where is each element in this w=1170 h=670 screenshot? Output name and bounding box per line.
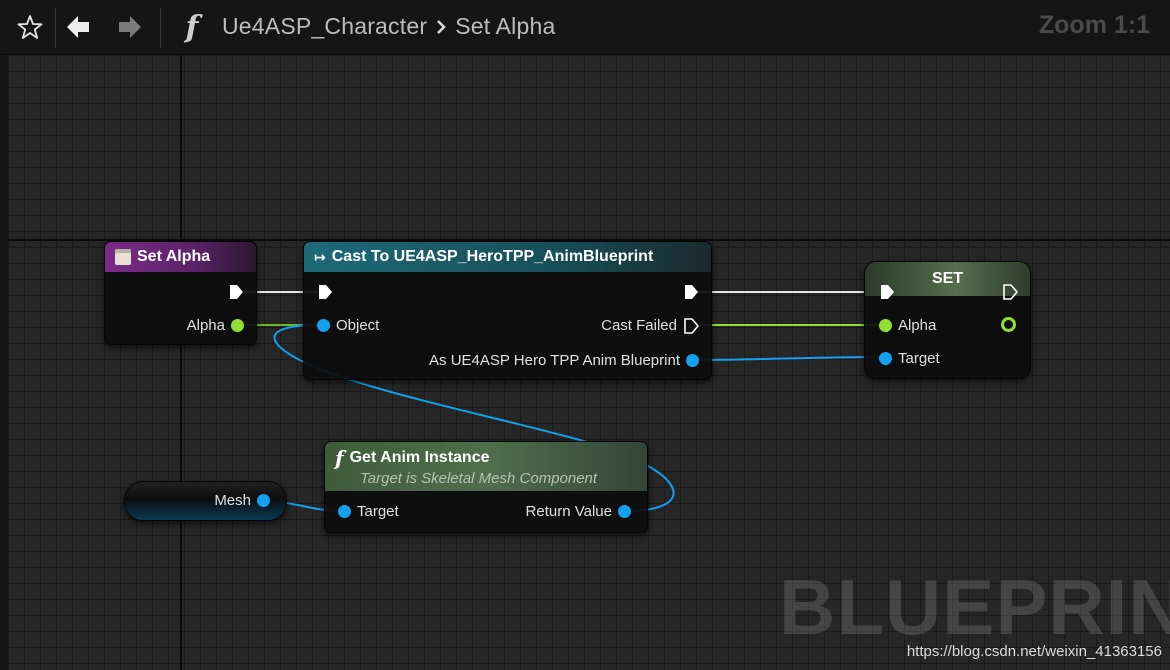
entry-icon (115, 249, 131, 265)
exec-pin-icon (881, 285, 894, 299)
pin-label: Target (357, 503, 399, 520)
node-header: f Get Anim Instance Target is Skeletal M… (325, 442, 647, 491)
pin-label: Alpha (186, 317, 225, 334)
function-icon: f (335, 446, 344, 470)
exec-in-pin[interactable] (317, 284, 333, 300)
star-icon[interactable] (10, 8, 50, 46)
target-in-pin[interactable]: Target (879, 350, 940, 367)
exec-pin-outline-icon (684, 317, 699, 334)
set-variable-node[interactable]: SET Alpha Target (864, 261, 1031, 379)
alpha-out-pin[interactable] (1001, 317, 1016, 332)
forward-arrow-icon[interactable] (110, 8, 150, 46)
node-title: Get Anim Instance (349, 449, 490, 466)
back-arrow-icon[interactable] (58, 8, 98, 46)
mesh-out-pin[interactable]: Mesh (214, 492, 270, 509)
cast-failed-pin[interactable]: Cast Failed (601, 317, 699, 334)
cast-icon: ↦ (314, 248, 326, 265)
toolbar-divider (160, 8, 161, 48)
node-title: Set Alpha (137, 248, 211, 265)
left-edge (0, 55, 8, 670)
mesh-getter-node[interactable]: Mesh (124, 481, 287, 521)
graph-origin-line-vertical (180, 55, 182, 670)
chevron-right-icon (435, 13, 447, 40)
cast-to-node[interactable]: ↦ Cast To UE4ASP_HeroTPP_AnimBlueprint O… (303, 241, 712, 380)
pin-label: Object (336, 317, 380, 334)
object-pin-icon (879, 352, 892, 365)
node-header: ↦ Cast To UE4ASP_HeroTPP_AnimBlueprint (304, 242, 711, 272)
float-pin-icon (231, 319, 244, 332)
exec-out-pin[interactable] (683, 284, 699, 300)
toolbar-divider (55, 8, 56, 48)
exec-pin-icon (685, 285, 698, 299)
pin-label: Mesh (214, 492, 251, 509)
pin-label: Target (898, 350, 940, 367)
set-alpha-entry-node[interactable]: Set Alpha Alpha (104, 241, 257, 345)
as-hero-anim-bp-pin[interactable]: As UE4ASP Hero TPP Anim Blueprint (429, 352, 699, 369)
source-url-watermark: https://blog.csdn.net/weixin_41363156 (906, 643, 1162, 660)
zoom-level: Zoom 1:1 (1038, 11, 1150, 39)
alpha-in-pin[interactable]: Alpha (879, 317, 936, 334)
get-anim-instance-node[interactable]: f Get Anim Instance Target is Skeletal M… (324, 441, 648, 533)
object-in-pin[interactable]: Object (317, 317, 379, 334)
exec-in-pin[interactable] (879, 284, 895, 300)
breadcrumb-current: Set Alpha (455, 13, 556, 39)
pin-label: Alpha (898, 317, 937, 334)
pin-label: As UE4ASP Hero TPP Anim Blueprint (429, 352, 680, 369)
node-title: Cast To UE4ASP_HeroTPP_AnimBlueprint (331, 248, 654, 265)
exec-out-pin[interactable] (228, 284, 244, 300)
node-title: SET (931, 270, 964, 287)
exec-pin-outline-icon (1003, 284, 1018, 300)
object-pin-icon (338, 505, 351, 518)
breadcrumb-parent[interactable]: Ue4ASP_Character (222, 13, 427, 39)
float-pin-icon (879, 319, 892, 332)
object-pin-icon (317, 319, 330, 332)
exec-pin-icon (319, 285, 332, 299)
blueprint-watermark: BLUEPRINT (779, 563, 1170, 651)
graph-toolbar: f Ue4ASP_Character Set Alpha Zoom 1:1 (0, 0, 1170, 55)
return-value-pin[interactable]: Return Value (526, 503, 631, 520)
breadcrumb: Ue4ASP_Character Set Alpha (222, 13, 555, 40)
target-in-pin[interactable]: Target (338, 503, 399, 520)
pin-label: Cast Failed (601, 317, 677, 334)
function-icon: f (185, 9, 199, 45)
object-pin-icon (257, 494, 270, 507)
node-header: Set Alpha (105, 242, 256, 272)
object-pin-icon (686, 354, 699, 367)
alpha-out-pin[interactable]: Alpha (187, 317, 244, 334)
node-subtitle: Target is Skeletal Mesh Component (360, 470, 598, 487)
exec-pin-icon (230, 285, 243, 299)
exec-out-pin[interactable] (1002, 284, 1018, 300)
float-pin-ring-icon (1001, 317, 1016, 332)
object-pin-icon (618, 505, 631, 518)
pin-label: Return Value (525, 503, 612, 520)
